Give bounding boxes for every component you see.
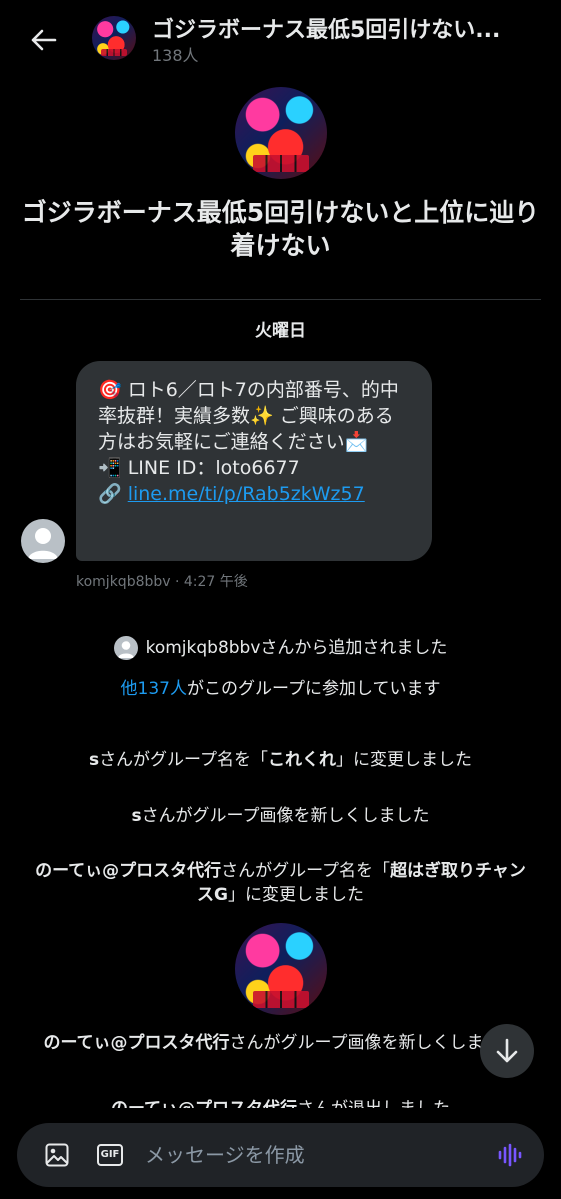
message-link-line: 🔗 line.me/ti/p/Rab5zkWz57 [98, 481, 412, 507]
image-icon[interactable] [43, 1141, 71, 1169]
scroll-clip [0, 1108, 561, 1122]
rename-text: さんがグループ名を「 [99, 750, 269, 770]
group-name: ゴジラボーナス最低5回引けないと上位に辿り着けない [21, 198, 540, 260]
new-group-image[interactable] [235, 923, 327, 1015]
rename-text: さんがグループ名を「 [221, 861, 391, 881]
actor-name: のーてぃ@プロスタ代行 [43, 1033, 230, 1053]
actor-name: s [88, 750, 100, 770]
adder-name: komjkqb8bbv [145, 638, 261, 658]
system-rename-2: のーてぃ@プロスタ代行さんがグループ名を「超はぎ取りチャンスG」に変更しました [30, 859, 531, 907]
back-arrow-icon[interactable] [24, 20, 64, 60]
participants-text: がこのグループに参加しています [186, 679, 441, 699]
group-image[interactable] [235, 87, 327, 179]
system-image-2: のーてぃ@プロスタ代行さんがグループ画像を新しくしました [30, 1031, 531, 1055]
member-count[interactable]: 138人 [152, 42, 199, 66]
sender-avatar[interactable] [21, 519, 65, 563]
message-input[interactable] [145, 1141, 475, 1169]
link-icon: 🔗 [98, 483, 128, 505]
message-text: 🎯 ロト6／ロト7の内部番号、的中率抜群！実績多数✨ ご興味のある方はお気軽にご… [98, 379, 399, 453]
new-group-name: これくれ [268, 750, 337, 770]
voice-message-icon[interactable] [496, 1141, 524, 1169]
divider [20, 299, 541, 300]
rename-end: 」に変更しました [336, 750, 473, 770]
arrow-down-icon [496, 1038, 518, 1063]
gif-icon: GIF [96, 1144, 124, 1166]
group-avatar[interactable] [92, 16, 136, 60]
message-line-id: 📲 LINE ID：loto6677 [98, 457, 300, 479]
system-added: komjkqb8bbvさんから追加されました [20, 636, 541, 660]
gif-button[interactable]: GIF [95, 1141, 125, 1169]
message-meta: komjkqb8bbv · 4:27 午後 [76, 574, 248, 590]
day-separator: 火曜日 [255, 321, 306, 341]
message-bubble[interactable]: 🎯 ロト6／ロト7の内部番号、的中率抜群！実績多数✨ ご興味のある方はお気軽にご… [76, 361, 432, 561]
system-participants: 他137人がこのグループに参加しています [20, 677, 541, 701]
conversation-title[interactable]: ゴジラボーナス最低5回引けない... [152, 12, 542, 44]
system-image-1: sさんがグループ画像を新しくしました [20, 804, 541, 828]
message-composer: GIF [17, 1123, 544, 1187]
message-link[interactable]: line.me/ti/p/Rab5zkWz57 [128, 483, 365, 505]
added-text: さんから追加されました [260, 638, 448, 658]
rename-end: 」に変更しました [227, 885, 364, 905]
system-rename-1: sさんがグループ名を「これくれ」に変更しました [20, 748, 541, 772]
scroll-to-bottom-button[interactable] [480, 1024, 534, 1078]
image-change-text: さんがグループ画像を新しくしました [141, 806, 430, 826]
image-change-text: さんがグループ画像を新しくしました [229, 1033, 518, 1053]
others-link[interactable]: 他137人 [121, 679, 187, 699]
conversation-header: ゴジラボーナス最低5回引けない... 138人 [0, 0, 561, 80]
actor-name: s [131, 806, 142, 826]
actor-name: のーてぃ@プロスタ代行 [35, 861, 222, 881]
adder-avatar[interactable] [113, 636, 138, 660]
